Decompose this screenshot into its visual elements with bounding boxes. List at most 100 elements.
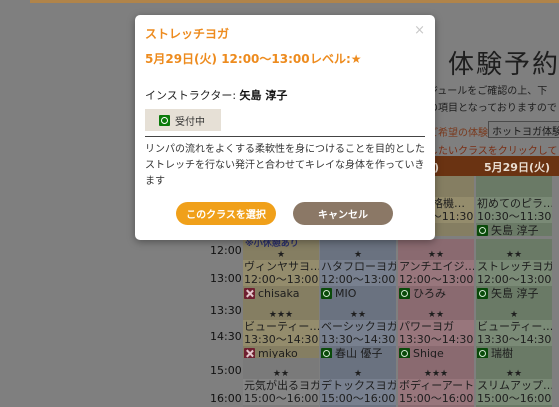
class-cell[interactable]: ★★ パワーヨガ 13:30〜14:30 Shige [398, 299, 474, 359]
class-name: アンチエイジ… [398, 260, 474, 273]
select-class-button[interactable]: このクラスを選択 [176, 202, 276, 225]
instructor-label: インストラクター: [145, 89, 237, 102]
class-datetime: 5月29日(火) 12:00〜13:00 [145, 52, 310, 66]
instructor-name: ひろみ [413, 287, 446, 299]
course-label: ご希望の体験 [428, 128, 488, 139]
class-level-stars [476, 187, 552, 197]
class-name: ヴィンヤサヨ… [243, 260, 319, 273]
class-level-stars: ★ [353, 369, 363, 379]
class-time: 13:30〜14:30 [476, 333, 552, 346]
class-name: ボディーアート [398, 379, 474, 392]
class-name: デトックスヨガ [320, 379, 396, 392]
close-icon[interactable]: × [414, 23, 425, 38]
time-label: 15:00 [210, 364, 242, 377]
class-name: ビューティー… [243, 320, 319, 333]
class-cell[interactable]: ★★ 元気が出るヨガ 15:00〜16:00 [243, 358, 319, 407]
instructor-name: 矢島 淳子 [491, 287, 539, 299]
class-level-stars: ★ [509, 310, 519, 320]
class-level-stars: ★★★ [268, 310, 294, 320]
time-label: 13:30 [210, 304, 242, 317]
class-note [243, 358, 319, 369]
class-note [398, 358, 474, 369]
class-level-stars: ★ [276, 250, 286, 260]
time-label: 16:00 [210, 392, 242, 405]
course-select[interactable]: ホットヨガ体験 [488, 121, 559, 138]
class-name: スリムアップ… [476, 379, 552, 392]
class-cell[interactable]: ★★ アンチエイジ… 12:00〜13:00 ひろみ [398, 239, 474, 299]
open-status-icon [159, 114, 170, 126]
class-time: 13:30〜14:30 [398, 333, 474, 346]
class-cell[interactable]: ★★★ ボディーアート 15:00〜16:00 [398, 358, 474, 407]
cancel-button[interactable]: キャンセル [293, 202, 393, 225]
open-status-icon [399, 288, 410, 299]
class-name: ストレッチヨガ [476, 260, 552, 273]
class-time: 15:00〜16:00 [476, 392, 552, 405]
open-status-icon [321, 288, 332, 299]
class-cell[interactable]: ★★★ ビューティー… 13:30〜14:30 miyako [243, 299, 319, 359]
class-name: ベーシックヨガ [320, 320, 396, 333]
class-note [476, 358, 552, 369]
class-level-stars: ★★★ [423, 369, 449, 379]
intro-text-line-2: の項目となっておりますので [428, 103, 557, 114]
instructor-name: 矢島 淳子 [239, 89, 288, 102]
class-cell[interactable]: 初めてのピラ… 10:30〜11:30 矢島 淳子 [476, 176, 552, 236]
class-time: 15:00〜16:00 [320, 392, 396, 405]
class-level-stars: ★★ [349, 310, 367, 320]
class-time: 13:30〜14:30 [320, 333, 396, 346]
class-note [243, 299, 319, 310]
class-cell[interactable]: ※小休憩あり ★ ヴィンヤサヨ… 12:00〜13:00 chisaka [243, 239, 319, 299]
class-instructor: 矢島 淳子 [476, 286, 552, 299]
class-level-stars: ★★ [505, 369, 523, 379]
class-note [320, 299, 396, 310]
status-badge: 受付中 [145, 109, 221, 131]
class-cell[interactable]: ★★ スリムアップ… 15:00〜16:00 [476, 358, 552, 407]
class-cell[interactable]: ★ ハタフローヨガ 12:00〜13:00 MIO [320, 239, 396, 299]
class-detail-dialog: ストレッチヨガ × 5月29日(火) 12:00〜13:00 レベル:★ インス… [135, 15, 435, 240]
schedule-hint: したいクラスをクリックして [428, 146, 558, 157]
class-name: ハタフローヨガ [320, 260, 396, 273]
class-time: 12:00〜13:00 [320, 273, 396, 286]
open-status-icon [477, 225, 488, 236]
class-note [398, 239, 474, 250]
class-note [320, 239, 396, 250]
instructor-line: インストラクター: 矢島 淳子 [145, 87, 287, 103]
class-name: 初めてのピラ… [476, 197, 552, 210]
instructor-name: chisaka [258, 287, 300, 299]
class-time: 15:00〜16:00 [398, 392, 474, 405]
class-time: 12:00〜13:00 [476, 273, 552, 286]
class-level-stars: ★ [353, 250, 363, 260]
class-level: レベル:★ [310, 52, 362, 66]
instructor-name: MIO [335, 287, 357, 299]
class-time: 12:00〜13:00 [243, 273, 319, 286]
class-description: リンパの流れをよくする柔軟性を身につけることを目的としたストレッチを行ない発汗と… [145, 144, 425, 187]
class-note [398, 299, 474, 310]
class-time: 12:00〜13:00 [398, 273, 474, 286]
class-note [476, 299, 552, 310]
day-header-tue: 5月29日(火) [476, 156, 559, 176]
class-note [476, 176, 552, 187]
status-label: 受付中 [175, 116, 205, 128]
class-time: 15:00〜16:00 [243, 392, 319, 405]
class-level-stars: ★★ [505, 250, 523, 260]
page-title: 体験予約 [448, 50, 559, 80]
dialog-title: ストレッチヨガ [145, 27, 230, 41]
class-note: ※小休憩あり [245, 239, 299, 249]
class-level-stars: ★★ [272, 369, 290, 379]
class-instructor: MIO [320, 286, 396, 299]
class-instructor: chisaka [243, 286, 319, 299]
divider [145, 136, 425, 137]
time-label: 14:30 [210, 330, 242, 343]
class-time: 13:30〜14:30 [243, 333, 319, 346]
class-name: パワーヨガ [398, 320, 474, 333]
class-note [476, 239, 552, 250]
time-label: 12:00 [210, 244, 242, 257]
class-instructor: 矢島 淳子 [476, 223, 552, 236]
class-cell[interactable]: ★★ ベーシックヨガ 13:30〜14:30 春山 優子 [320, 299, 396, 359]
class-time: 10:30〜11:30 [476, 210, 552, 223]
class-cell[interactable]: ★ ビューティー… 13:30〜14:30 瑞樹 [476, 299, 552, 359]
class-instructor: ひろみ [398, 286, 474, 299]
class-cell[interactable]: ★★ ストレッチヨガ 12:00〜13:00 矢島 淳子 [476, 239, 552, 299]
class-level-stars: ★★ [427, 250, 445, 260]
class-cell[interactable]: ★ デトックスヨガ 15:00〜16:00 [320, 358, 396, 407]
class-note [320, 358, 396, 369]
